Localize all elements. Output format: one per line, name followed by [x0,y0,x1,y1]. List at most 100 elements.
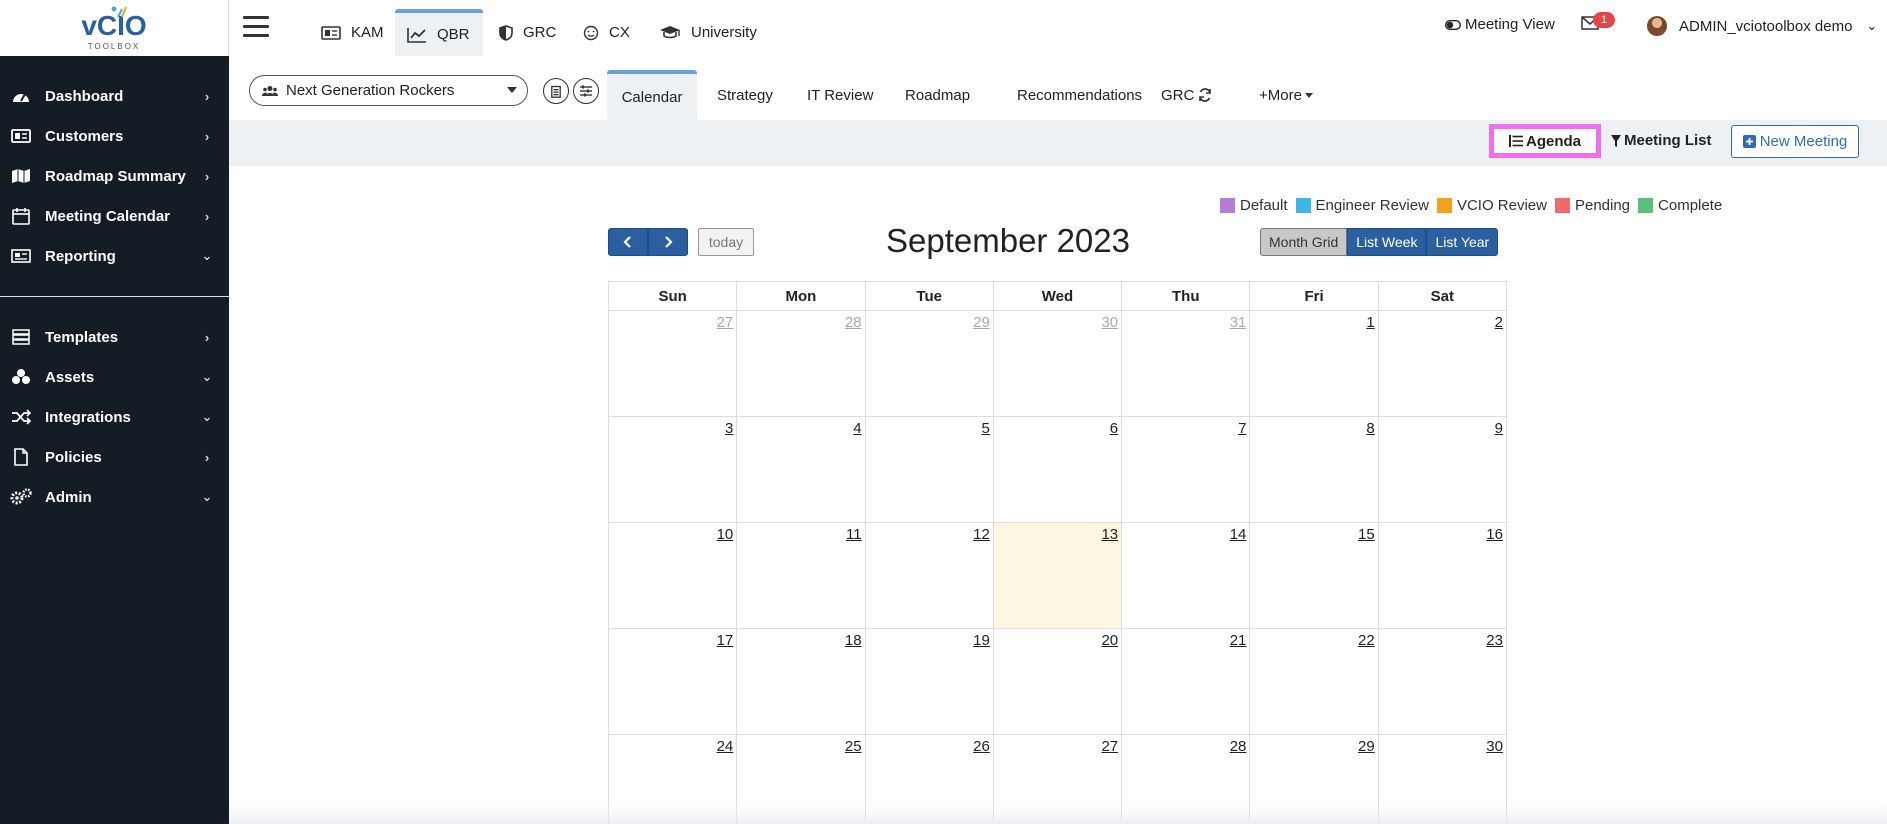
day-number-link[interactable]: 31 [1230,314,1247,331]
sidebar-item-admin[interactable]: Admin ⌄ [0,477,229,517]
calendar-day-cell[interactable]: 23 [1379,629,1506,734]
day-number-link[interactable]: 27 [1101,738,1118,755]
sidebar-item-templates[interactable]: Templates › [0,317,229,357]
calendar-day-cell[interactable]: 1 [1250,311,1379,416]
day-number-link[interactable]: 24 [717,738,734,755]
day-number-link[interactable]: 28 [1230,738,1247,755]
sidebar-item-reporting[interactable]: Reporting ⌄ [0,236,229,276]
day-number-link[interactable]: 30 [1101,314,1118,331]
today-button[interactable]: today [698,228,754,256]
new-meeting-button[interactable]: New Meeting [1731,125,1859,158]
day-number-link[interactable]: 1 [1366,314,1374,331]
sidebar-item-integrations[interactable]: Integrations ⌄ [0,397,229,437]
day-number-link[interactable]: 11 [846,526,862,543]
calendar-day-cell[interactable]: 19 [866,629,994,734]
calendar-day-cell[interactable]: 15 [1250,523,1379,628]
day-number-link[interactable]: 21 [1230,632,1247,649]
tab-it-review[interactable]: IT Review [791,70,889,120]
sidebar-item-policies[interactable]: Policies › [0,437,229,477]
day-number-link[interactable]: 10 [717,526,734,543]
tab-kam[interactable]: KAM [309,9,396,56]
tab-grc-sub[interactable]: GRC [1145,70,1228,120]
day-number-link[interactable]: 23 [1486,632,1503,649]
calendar-day-cell[interactable]: 27 [609,311,738,416]
day-number-link[interactable]: 27 [717,314,734,331]
hamburger-menu-icon[interactable] [243,16,269,38]
tab-roadmap[interactable]: Roadmap [889,70,986,120]
day-number-link[interactable]: 16 [1486,526,1503,543]
day-number-link[interactable]: 5 [982,420,990,437]
calendar-day-cell[interactable]: 29 [866,311,994,416]
calendar-day-cell[interactable]: 30 [994,311,1123,416]
day-number-link[interactable]: 2 [1495,314,1503,331]
sidebar-item-meeting-calendar[interactable]: Meeting Calendar › [0,196,229,236]
day-number-link[interactable]: 29 [973,314,990,331]
day-number-link[interactable]: 26 [973,738,990,755]
calendar-day-cell[interactable]: 8 [1250,417,1379,522]
sidebar-item-customers[interactable]: Customers › [0,116,229,156]
calendar-day-cell[interactable]: 28 [737,311,866,416]
day-number-link[interactable]: 7 [1238,420,1246,437]
tab-strategy[interactable]: Strategy [701,70,789,120]
agenda-button[interactable]: Agenda [1489,124,1601,158]
calendar-day-cell[interactable]: 10 [609,523,738,628]
logo[interactable]: vCIO TOOLBOX [0,0,229,56]
day-number-link[interactable]: 19 [973,632,990,649]
tab-calendar[interactable]: Calendar [607,70,697,120]
calendar-day-cell[interactable]: 3 [609,417,738,522]
day-number-link[interactable]: 14 [1230,526,1247,543]
day-number-link[interactable]: 30 [1486,738,1503,755]
day-number-link[interactable]: 15 [1358,526,1375,543]
day-number-link[interactable]: 13 [1101,526,1118,543]
calendar-day-cell[interactable]: 21 [1122,629,1251,734]
calendar-day-cell[interactable]: 11 [737,523,866,628]
day-number-link[interactable]: 12 [973,526,990,543]
sidebar-item-roadmap-summary[interactable]: Roadmap Summary › [0,156,229,196]
day-number-link[interactable]: 22 [1358,632,1375,649]
calendar-day-cell[interactable]: 17 [609,629,738,734]
day-number-link[interactable]: 3 [725,420,733,437]
day-number-link[interactable]: 25 [845,738,862,755]
calendar-day-cell[interactable]: 6 [994,417,1123,522]
day-number-link[interactable]: 18 [845,632,862,649]
day-number-link[interactable]: 20 [1101,632,1118,649]
day-number-link[interactable]: 29 [1358,738,1375,755]
calendar-day-cell[interactable]: 16 [1379,523,1506,628]
calendar-day-cell[interactable]: 12 [866,523,994,628]
meeting-view-toggle[interactable]: Meeting View [1445,16,1555,33]
day-number-link[interactable]: 6 [1110,420,1118,437]
print-button[interactable] [543,78,569,104]
calendar-day-cell[interactable]: 2 [1379,311,1506,416]
more-tabs-dropdown[interactable]: +More [1243,70,1329,120]
calendar-day-cell[interactable]: 31 [1122,311,1251,416]
sidebar-item-dashboard[interactable]: Dashboard › [0,76,229,116]
calendar-day-cell[interactable]: 22 [1250,629,1379,734]
meeting-list-button[interactable]: Meeting List [1611,132,1712,149]
sidebar-item-assets[interactable]: Assets ⌄ [0,357,229,397]
customer-select[interactable]: Next Generation Rockers [249,75,528,106]
day-number-link[interactable]: 28 [845,314,862,331]
calendar-day-cell[interactable]: 20 [994,629,1123,734]
calendar-day-cell[interactable]: 9 [1379,417,1506,522]
view-list-week-button[interactable]: List Week [1347,228,1427,256]
tab-recommendations[interactable]: Recommendations [1001,70,1158,120]
day-number-link[interactable]: 8 [1366,420,1374,437]
calendar-day-cell[interactable]: 18 [737,629,866,734]
view-list-year-button[interactable]: List Year [1426,228,1499,256]
calendar-day-cell[interactable]: 5 [866,417,994,522]
prev-month-button[interactable] [608,228,648,256]
calendar-day-cell-today[interactable]: 13 [993,523,1123,628]
calendar-day-cell[interactable]: 4 [737,417,866,522]
calendar-day-cell[interactable]: 7 [1122,417,1251,522]
next-month-button[interactable] [648,228,688,256]
user-menu[interactable]: ADMIN_vciotoolbox demo ⌄ [1647,16,1877,36]
tab-university[interactable]: University [647,9,769,56]
filter-button[interactable] [573,78,599,104]
day-number-link[interactable]: 17 [717,632,734,649]
day-number-link[interactable]: 4 [853,420,861,437]
view-month-grid-button[interactable]: Month Grid [1260,228,1348,256]
tab-grc[interactable]: GRC [487,9,568,56]
tab-cx[interactable]: CX [571,9,642,56]
day-number-link[interactable]: 9 [1495,420,1503,437]
tab-qbr[interactable]: QBR [395,9,483,56]
